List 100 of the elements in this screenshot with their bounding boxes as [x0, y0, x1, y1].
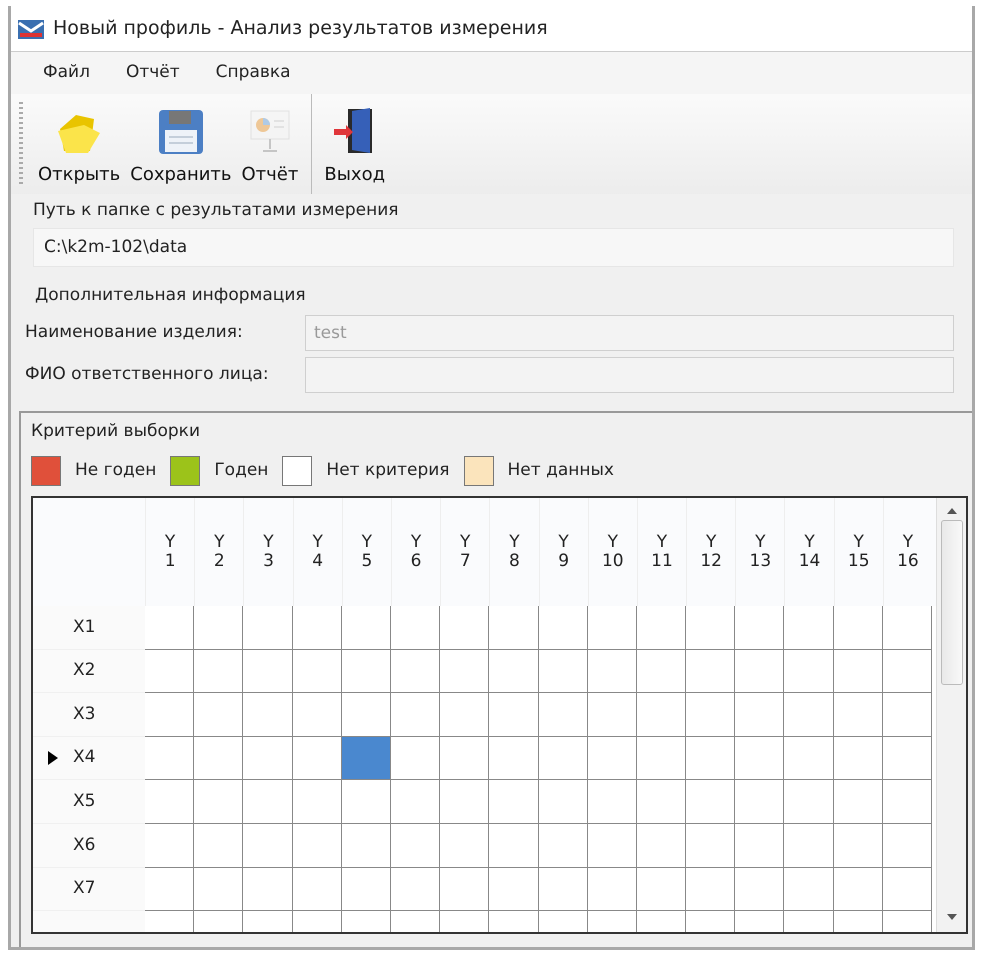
menu-item[interactable]: Справка: [198, 58, 309, 88]
grid-cell[interactable]: [784, 736, 834, 780]
grid-cell[interactable]: [194, 693, 244, 737]
grid-cell[interactable]: [440, 693, 490, 737]
grid-cell[interactable]: [735, 606, 784, 650]
row-header[interactable]: X7: [33, 868, 145, 912]
grid-cell[interactable]: [489, 868, 538, 912]
column-header[interactable]: Y 11: [651, 533, 673, 571]
grid-cell[interactable]: [342, 736, 391, 780]
grid-cell[interactable]: [342, 824, 391, 868]
grid-cell[interactable]: [292, 824, 342, 868]
grid-cell[interactable]: [538, 650, 588, 694]
grid-cell[interactable]: [145, 736, 194, 780]
grid-cell[interactable]: [243, 868, 293, 912]
column-header[interactable]: Y 4: [312, 533, 324, 571]
grid-cell[interactable]: [292, 650, 342, 694]
column-header[interactable]: Y 16: [897, 533, 919, 571]
grid-cell[interactable]: [243, 693, 293, 737]
grid-cell[interactable]: [686, 736, 736, 780]
grid-cell[interactable]: [636, 650, 686, 694]
grid-cell[interactable]: [735, 780, 784, 824]
grid-cell[interactable]: [636, 868, 686, 912]
grid-cell[interactable]: [588, 736, 637, 780]
grid-cell[interactable]: [390, 824, 440, 868]
grid-cell[interactable]: [440, 868, 490, 912]
grid-cell[interactable]: [882, 824, 932, 868]
grid-cell[interactable]: [735, 736, 784, 780]
grid-cell[interactable]: [538, 780, 588, 824]
row-header[interactable]: X1: [33, 606, 145, 650]
column-header[interactable]: Y 6: [410, 533, 422, 571]
column-header[interactable]: Y 15: [848, 533, 870, 571]
grid-cell[interactable]: [342, 650, 391, 694]
grid-cell[interactable]: [145, 650, 194, 694]
grid-cell[interactable]: [784, 693, 834, 737]
grid-cell[interactable]: [440, 736, 490, 780]
grid-cell[interactable]: [636, 780, 686, 824]
grid-cell[interactable]: [342, 606, 391, 650]
grid-cell[interactable]: [440, 650, 490, 694]
menu-item[interactable]: Отчёт: [108, 58, 198, 88]
grid-cell[interactable]: [686, 693, 736, 737]
column-header[interactable]: Y 12: [700, 533, 722, 571]
grid-cell[interactable]: [538, 824, 588, 868]
column-header[interactable]: Y 7: [460, 533, 471, 571]
row-header[interactable]: X3: [33, 693, 145, 737]
grid-cell[interactable]: [686, 606, 736, 650]
row-header[interactable]: X4: [33, 736, 145, 780]
grid-cell[interactable]: [489, 693, 538, 737]
grid-cell[interactable]: [243, 736, 293, 780]
grid-cell[interactable]: [440, 780, 490, 824]
column-header[interactable]: Y 8: [509, 533, 520, 571]
grid-cell[interactable]: [292, 606, 342, 650]
grid-cell[interactable]: [145, 693, 194, 737]
grid-cell[interactable]: [882, 650, 932, 694]
grid-cell[interactable]: [538, 606, 588, 650]
grid-cell[interactable]: [834, 693, 883, 737]
grid-cell[interactable]: [390, 693, 440, 737]
grid-cell[interactable]: [834, 780, 883, 824]
grid-cell[interactable]: [489, 606, 538, 650]
grid-cell[interactable]: [489, 650, 538, 694]
grid-cell[interactable]: [390, 868, 440, 912]
column-header[interactable]: Y 2: [214, 533, 225, 571]
grid-cell[interactable]: [145, 780, 194, 824]
grid-cell[interactable]: [243, 650, 293, 694]
grid-cell[interactable]: [834, 606, 883, 650]
grid-cell[interactable]: [342, 868, 391, 912]
grid-cell[interactable]: [243, 824, 293, 868]
grid-cell[interactable]: [538, 693, 588, 737]
column-header[interactable]: Y 13: [750, 533, 772, 571]
row-header[interactable]: X2: [33, 650, 145, 694]
scrollbar-thumb[interactable]: [940, 520, 962, 685]
grid-cell[interactable]: [489, 736, 538, 780]
column-header[interactable]: Y 14: [798, 533, 820, 571]
grid-cell[interactable]: [636, 736, 686, 780]
column-header[interactable]: Y 10: [602, 533, 624, 571]
column-header[interactable]: Y 3: [263, 533, 274, 571]
grid-cell[interactable]: [784, 606, 834, 650]
toolbar-button[interactable]: Выход: [311, 94, 390, 194]
grid-cell[interactable]: [636, 606, 686, 650]
grid-cell[interactable]: [588, 650, 637, 694]
grid-cell[interactable]: [834, 650, 883, 694]
grid-cell[interactable]: [145, 868, 194, 912]
grid-cell[interactable]: [292, 780, 342, 824]
grid-cell[interactable]: [588, 693, 637, 737]
grid-cell[interactable]: [243, 780, 293, 824]
grid-cell[interactable]: [686, 650, 736, 694]
grid-cell[interactable]: [292, 693, 342, 737]
grid-cell[interactable]: [390, 736, 440, 780]
grid-cell[interactable]: [194, 824, 244, 868]
grid-cell[interactable]: [194, 780, 244, 824]
grid-cell[interactable]: [588, 868, 637, 912]
grid-cell[interactable]: [194, 650, 244, 694]
grid-cell[interactable]: [489, 780, 538, 824]
grid-cell[interactable]: [145, 606, 194, 650]
grid-cell[interactable]: [882, 736, 932, 780]
grid-cell[interactable]: [390, 606, 440, 650]
grid-cell[interactable]: [489, 824, 538, 868]
grid-cell[interactable]: [784, 780, 834, 824]
column-header[interactable]: Y 5: [361, 533, 372, 571]
grid-cell[interactable]: [686, 824, 736, 868]
grid-cell[interactable]: [194, 606, 244, 650]
